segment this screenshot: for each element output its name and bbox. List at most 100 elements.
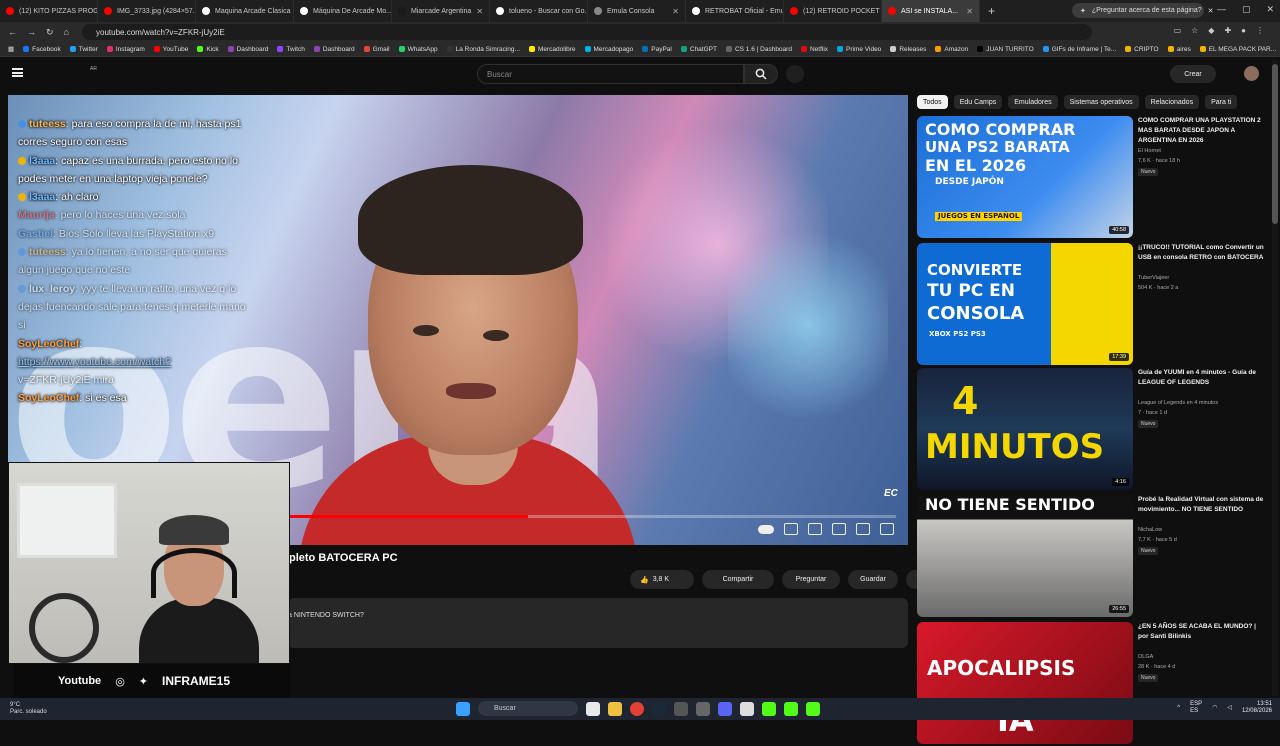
minimize-icon[interactable]: — [1217,4,1226,15]
kick-icon[interactable] [784,701,798,716]
forward-icon[interactable]: → [27,27,36,37]
close-window-icon[interactable]: ✕ [1266,4,1274,15]
filter-chip[interactable]: Relacionados [1144,95,1200,109]
app-icon[interactable] [674,701,688,716]
bookmark-item[interactable]: PayPal [642,46,672,53]
weather-widget[interactable]: 9°C Parc. soleado [10,702,47,716]
video-thumbnail[interactable]: COMO COMPRAR UNA PS2 BARATA EN EL 2026 DESD… [917,116,1133,238]
subtitles-icon[interactable] [784,523,798,535]
hamburger-menu-icon[interactable] [12,68,23,77]
recommended-title[interactable]: ¿EN 5 AÑOS SE ACABA EL MUNDO? | por Sant… [1138,622,1268,642]
bookmark-item[interactable]: Amazon [935,46,968,53]
profile-icon[interactable]: ● [1241,26,1246,35]
video-thumbnail[interactable]: 4 MINUTOS 4:16 [917,368,1133,490]
taskbar-search[interactable]: Buscar [478,701,578,716]
recommended-video[interactable]: APOCALIPSIS IA ¿EN 5 AÑOS SE ACABA EL MUND… [917,622,1267,746]
apps-icon[interactable]: ▦ [8,45,14,53]
recommended-video[interactable]: COMO COMPRAR UNA PS2 BARATA EN EL 2026 DESD… [917,116,1267,240]
avatar[interactable] [1244,66,1259,81]
filter-chip[interactable]: Edu Camps [953,95,1003,109]
bookmark-item[interactable]: Mercadolibre [528,46,576,53]
fullscreen-icon[interactable] [880,523,894,535]
filter-chip[interactable]: Sistemas operativos [1063,95,1139,109]
chat-link[interactable]: https://www.youtube.com/watch? [18,356,171,368]
scrollbar-thumb[interactable] [1272,64,1278,224]
bookmark-item[interactable]: Releases [890,46,926,53]
bookmark-item[interactable]: EL MEGA PACK PAR... [1199,46,1276,53]
filter-chip[interactable]: Emuladores [1008,95,1058,109]
browser-tab[interactable]: ASI se INSTALA... ✕ [882,0,980,22]
bookmark-item[interactable]: Gmail [363,46,390,53]
settings-gear-icon[interactable] [808,523,822,535]
kebab-menu-icon[interactable]: ⋮ [1256,26,1264,35]
steam-icon[interactable] [652,701,666,716]
search-input[interactable]: Buscar [477,64,744,84]
bookmark-item[interactable]: Mercadopago [584,46,633,53]
browser-tab[interactable]: Miarcade Argentina ✕ [392,0,490,22]
bookmark-item[interactable]: Twitter [69,46,98,53]
browser-tab[interactable]: IMG_3733.jpg (4284×57...✕ [98,0,196,22]
recommended-video[interactable]: 4 MINUTOS 4:16 Guía de YUUMI en 4 minutos -… [917,368,1267,492]
app-icon[interactable] [740,701,754,716]
discord-icon[interactable] [718,701,732,716]
bookmark-item[interactable]: Dashboard [227,46,268,53]
app-icon[interactable] [696,701,710,716]
page-scrollbar[interactable] [1272,60,1278,696]
windows-start-icon[interactable] [456,701,470,716]
bookmark-item[interactable]: Netflix [800,46,828,53]
extension-icon[interactable]: ◆ [1208,26,1214,35]
recommended-title[interactable]: Guía de YUUMI en 4 minutos - Guía de LEA… [1138,368,1268,388]
share-button[interactable]: Compartir [702,570,774,589]
video-thumbnail[interactable]: NO TIENE SENTIDO 26:55 [917,495,1133,617]
recommended-title[interactable]: ¡¡TRUCO!! TUTORIAL como Convertir un USB… [1138,243,1268,263]
browser-tab[interactable]: RETROBAT Oficial - Emu...✕ [686,0,784,22]
bookmark-item[interactable]: Twitch [277,46,305,53]
bookmark-item[interactable]: aires [1167,46,1191,53]
recommended-title[interactable]: COMO COMPRAR UNA PLAYSTATION 2 MAS BARAT… [1138,116,1268,146]
bookmark-item[interactable]: La Ronda Simracing... [446,46,520,53]
bookmark-item[interactable]: ChatGPT [680,46,717,53]
bookmark-item[interactable]: CS 1.6 | Dashboard [725,46,792,53]
create-button[interactable]: Crear [1170,65,1216,83]
volume-icon[interactable]: ◁ [1227,705,1232,712]
maximize-icon[interactable]: ▢ [1242,4,1251,15]
voice-search-icon[interactable] [786,65,804,83]
browser-tab[interactable]: Maquina Arcade Clasica✕ [196,0,294,22]
bookmark-item[interactable]: Dashboard [313,46,355,53]
chrome-icon[interactable] [630,701,644,716]
file-explorer-icon[interactable] [586,701,600,716]
close-tab-icon[interactable]: ✕ [966,7,973,16]
recommended-video[interactable]: CONVIERTE TU PC EN CONSOLA XBOX PS2 PS3 17:3… [917,243,1267,367]
browser-tab[interactable]: Máquina De Arcade Mo...✕ [294,0,392,22]
search-button[interactable] [744,64,778,84]
video-description[interactable]: a NINTENDO SWITCH? [288,598,908,648]
channel-name[interactable]: TuberViajeer [1138,275,1169,281]
bookmark-item[interactable]: Facebook [23,46,61,53]
filter-chip[interactable]: Todos [917,95,948,109]
close-tab-icon[interactable]: ✕ [672,7,679,16]
browser-tab[interactable]: tolueno - Buscar con Go...✕ [490,0,588,22]
channel-name[interactable]: NichaLow [1138,527,1162,533]
bookmark-item[interactable]: Instagram [106,46,145,53]
browser-tab[interactable]: (12) RETROID POCKET 6...✕ [784,0,882,22]
bookmark-item[interactable]: Prime Video [837,46,881,53]
video-thumbnail[interactable]: APOCALIPSIS IA [917,622,1133,744]
home-icon[interactable]: ⌂ [64,27,69,37]
url-field[interactable]: youtube.com/watch?v=ZFKR-jUy2iE [82,24,1092,40]
close-tab-icon[interactable]: ✕ [476,7,483,16]
clock[interactable]: 13:51 12/08/2026 [1242,701,1272,715]
autoplay-toggle[interactable] [758,525,774,534]
recommended-title[interactable]: Probé la Realidad Virtual con sistema de… [1138,495,1268,515]
cast-icon[interactable]: ▭ [1174,26,1182,35]
puzzle-icon[interactable]: ✚ [1224,26,1231,35]
star-icon[interactable]: ☆ [1191,26,1198,35]
tray-chevron-icon[interactable]: ^ [1177,705,1180,712]
like-button[interactable]: 👍 3,8 K [630,570,694,589]
ask-button[interactable]: Preguntar [782,570,840,589]
reload-icon[interactable]: ↻ [46,27,54,38]
bookmark-item[interactable]: WhatsApp [398,46,438,53]
video-thumbnail[interactable]: CONVIERTE TU PC EN CONSOLA XBOX PS2 PS3 17:3… [917,243,1133,365]
kick-icon[interactable] [762,701,776,716]
bookmark-item[interactable]: CRIPTO [1125,46,1159,53]
browser-tab[interactable]: (12) KITO PIZZAS PROGI...✕ [0,0,98,22]
